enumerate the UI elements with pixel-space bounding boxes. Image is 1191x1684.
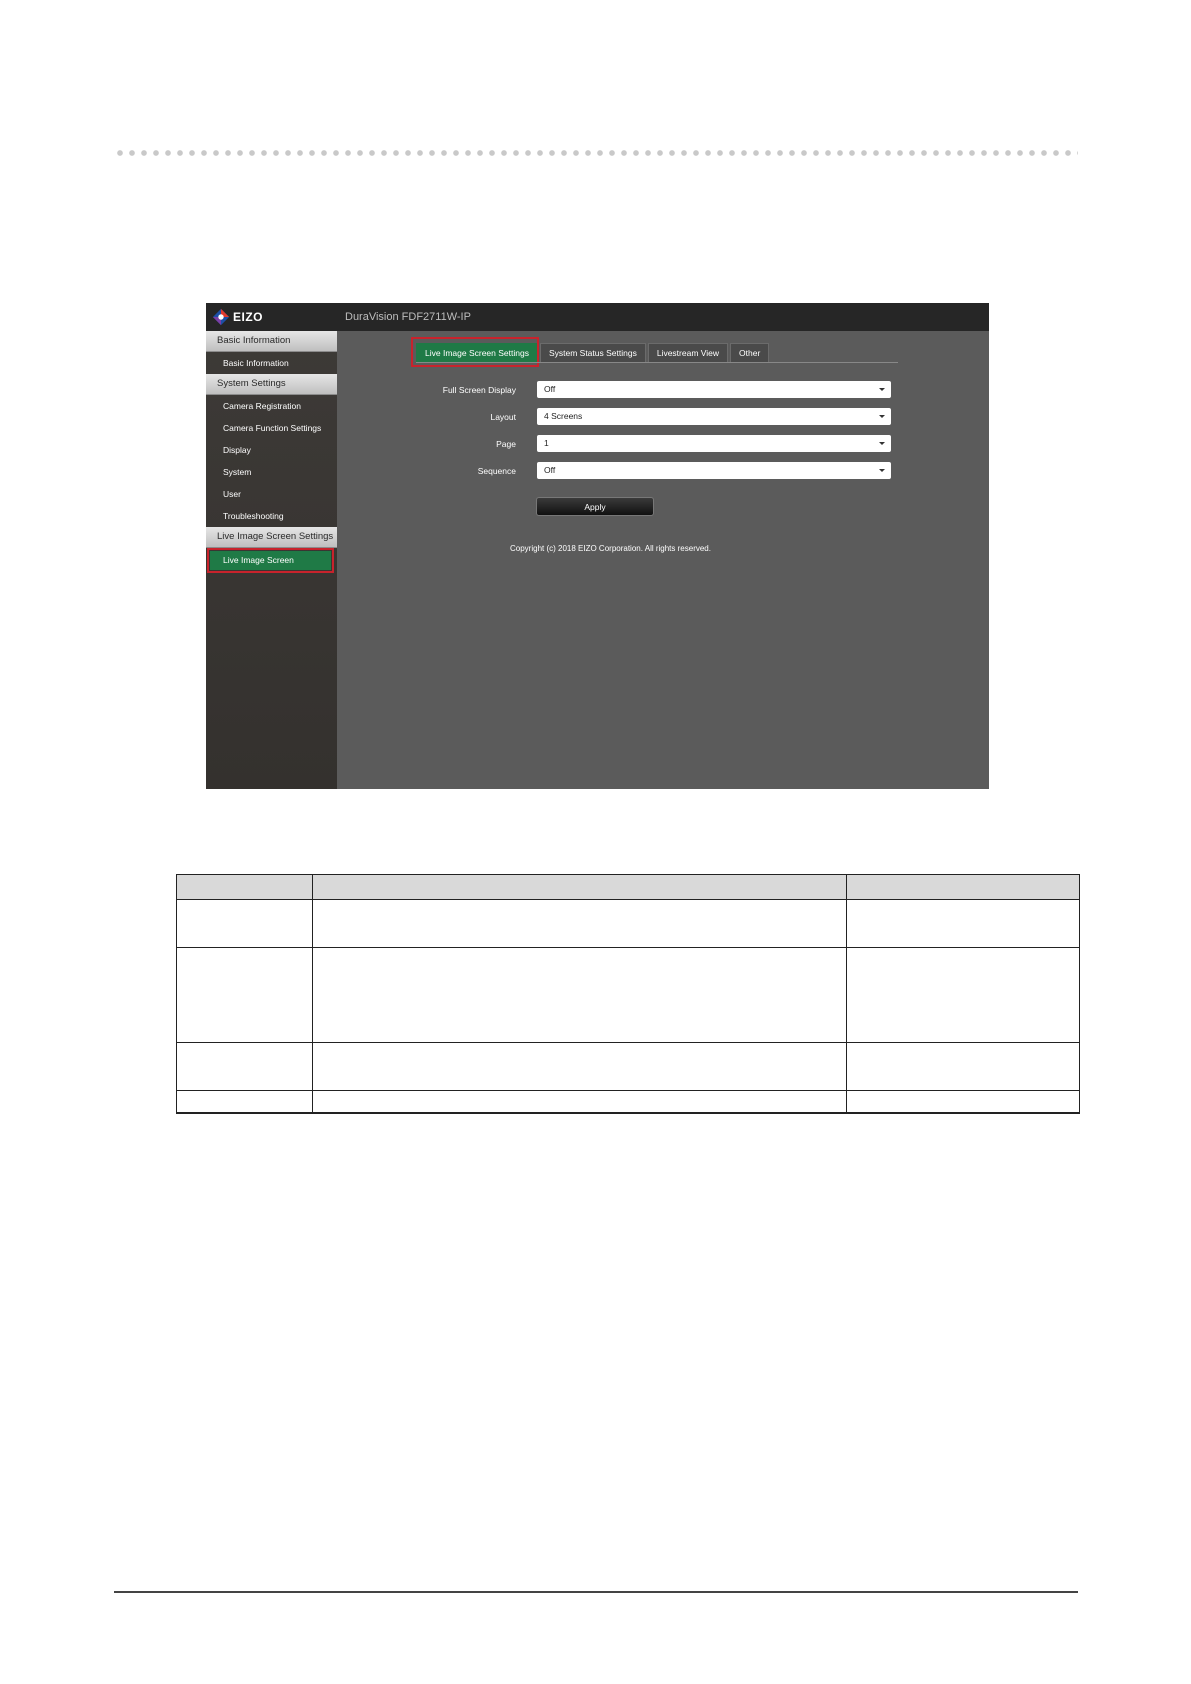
table-row	[176, 1042, 1080, 1091]
table-cell	[312, 1042, 847, 1091]
table-header-row	[176, 874, 1080, 900]
table-cell	[312, 947, 847, 1043]
sidebar-item-troubleshooting[interactable]: Troubleshooting	[206, 505, 337, 527]
table-cell	[176, 947, 313, 1043]
model-name: DuraVision FDF2711W-IP	[345, 311, 471, 323]
brand-name: EIZO	[233, 310, 264, 324]
sidebar: Basic Information Basic Information Syst…	[206, 331, 337, 789]
table-cell	[846, 899, 1080, 948]
sidebar-item-basic-information[interactable]: Basic Information	[206, 352, 337, 374]
dropdown-caret-icon	[879, 388, 885, 391]
sidebar-item-display[interactable]: Display	[206, 439, 337, 461]
footer-divider	[114, 1591, 1078, 1593]
highlight-box-sidebar	[207, 548, 334, 573]
table-cell	[176, 1090, 313, 1114]
tab-underline	[416, 362, 898, 363]
sidebar-item-camera-function-settings[interactable]: Camera Function Settings	[206, 417, 337, 439]
dropdown-caret-icon	[879, 469, 885, 472]
sidebar-heading-basic-information: Basic Information	[206, 331, 337, 352]
apply-button[interactable]: Apply	[536, 497, 654, 516]
top-bar: EIZO DuraVision FDF2711W-IP	[206, 303, 989, 331]
form-row-page: Page 1	[337, 435, 989, 453]
sidebar-item-user[interactable]: User	[206, 483, 337, 505]
dropdown-caret-icon	[879, 442, 885, 445]
table-cell	[312, 1090, 847, 1114]
table-row	[176, 947, 1080, 1043]
select-value-sequence: Off	[544, 465, 556, 475]
main-panel: Live Image Screen Settings System Status…	[337, 331, 989, 789]
copyright-text: Copyright (c) 2018 EIZO Corporation. All…	[510, 544, 711, 553]
table-cell	[846, 1042, 1080, 1091]
eizo-logo: EIZO	[212, 307, 263, 327]
sidebar-item-system[interactable]: System	[206, 461, 337, 483]
form-row-sequence: Sequence Off	[337, 462, 989, 480]
table-header-cell	[176, 874, 313, 900]
field-label-full-screen-display: Full Screen Display	[442, 385, 516, 395]
table-cell	[176, 1042, 313, 1091]
field-label-layout: Layout	[490, 412, 516, 422]
form-row-full-screen-display: Full Screen Display Off	[337, 381, 989, 399]
tab-livestream-view[interactable]: Livestream View	[647, 343, 729, 362]
tab-system-status-settings[interactable]: System Status Settings	[539, 343, 646, 362]
tab-other[interactable]: Other	[730, 343, 770, 362]
field-label-page: Page	[496, 439, 516, 449]
select-value-layout: 4 Screens	[544, 411, 583, 421]
settings-table	[176, 874, 1080, 1114]
select-full-screen-display[interactable]: Off	[537, 381, 891, 398]
sidebar-active-wrapper: Live Image Screen	[206, 548, 337, 574]
select-page[interactable]: 1	[537, 435, 891, 452]
table-header-cell	[846, 874, 1080, 900]
select-value-page: 1	[544, 438, 549, 448]
ui-screenshot: EIZO DuraVision FDF2711W-IP Basic Inform…	[206, 303, 989, 789]
table-cell	[846, 947, 1080, 1043]
table-cell	[312, 899, 847, 948]
table-row	[176, 1090, 1080, 1114]
table-row	[176, 899, 1080, 948]
field-label-sequence: Sequence	[477, 466, 516, 476]
dotted-divider	[114, 150, 1078, 156]
table-cell	[846, 1090, 1080, 1114]
sidebar-heading-system-settings: System Settings	[206, 374, 337, 395]
select-value-full-screen-display: Off	[544, 384, 556, 394]
select-sequence[interactable]: Off	[537, 462, 891, 479]
eizo-logo-icon	[212, 308, 230, 326]
table-header-cell	[312, 874, 847, 900]
table-cell	[176, 899, 313, 948]
sidebar-item-camera-registration[interactable]: Camera Registration	[206, 395, 337, 417]
sidebar-heading-live-image-screen-settings: Live Image Screen Settings	[206, 527, 337, 548]
form-row-layout: Layout 4 Screens	[337, 408, 989, 426]
dropdown-caret-icon	[879, 415, 885, 418]
select-layout[interactable]: 4 Screens	[537, 408, 891, 425]
